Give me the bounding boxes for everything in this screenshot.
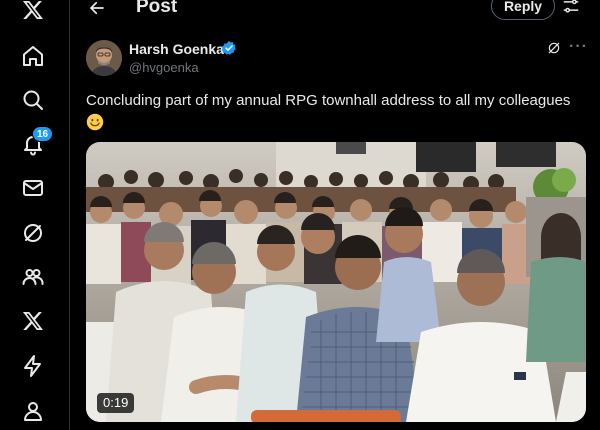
arrow-left-icon [90,1,104,15]
post-body: Concluding part of my annual RPG townhal… [86,92,571,109]
left-nav: 16 [0,0,70,430]
video-player[interactable]: 0:19 [86,142,586,422]
verified-orgs-icon[interactable] [14,347,52,385]
author-handle[interactable]: @hvgoenka [129,60,199,75]
x-logo-icon[interactable] [14,0,52,29]
post-text: Concluding part of my annual RPG townhal… [86,91,591,137]
smiling-face-emoji-icon [86,113,104,131]
profile-icon[interactable] [14,392,52,430]
page-title: Post [136,0,178,17]
premium-icon[interactable] [14,302,52,340]
author-name[interactable]: Harsh Goenka [129,41,224,57]
grok-icon[interactable] [14,214,52,252]
more-options-icon[interactable]: ··· [569,38,587,56]
video-frame [86,142,586,422]
sliders-icon[interactable] [561,0,583,18]
messages-icon[interactable] [14,169,52,207]
avatar[interactable] [86,40,122,76]
post-header: Post Reply [71,0,600,22]
communities-icon[interactable] [14,258,52,296]
notifications-icon[interactable]: 16 [14,125,54,163]
video-timestamp: 0:19 [97,393,135,413]
notification-badge: 16 [32,126,54,142]
home-icon[interactable] [14,37,52,75]
back-button[interactable] [85,0,109,20]
grok-explain-icon[interactable] [546,40,564,58]
reply-button[interactable]: Reply [491,0,555,20]
verified-badge-icon [221,40,237,56]
search-icon[interactable] [14,81,52,119]
